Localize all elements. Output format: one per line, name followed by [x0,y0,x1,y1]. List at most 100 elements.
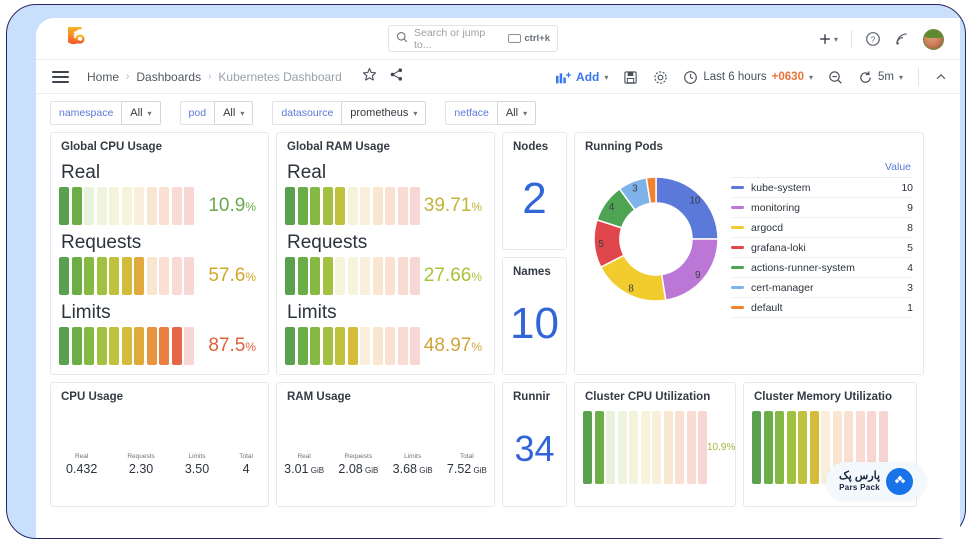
bar-segment [397,257,408,295]
star-outline-icon[interactable] [362,67,377,87]
cluster-cpu-value: 10.9% [707,442,736,453]
watermark-text: پارس پک Pars Pack [839,470,880,492]
search-placeholder: Search or jump to... [414,26,486,51]
panel-ram-usage[interactable]: RAM Usage Real 3.01 GiB Requests 2.08 Gi… [276,382,495,507]
bar-gauge-requests [59,257,194,295]
bar-segment [372,187,383,225]
variable-label-namespace: namespace [50,101,122,125]
clock-icon [684,70,698,84]
legend-row[interactable]: actions-runner-system 4 [731,258,913,278]
panel-global-ram-usage[interactable]: Global RAM Usage Real 39.71% Requests 27… [276,132,495,375]
bar-segment [297,257,308,295]
variable-select-namespace[interactable]: All ▾ [121,101,161,125]
stat-value-running-containers: 34 [514,428,555,469]
legend-row[interactable]: grafana-loki 5 [731,238,913,258]
bar-gauge-limits [59,327,194,365]
panel-cluster-cpu-utilization[interactable]: Cluster CPU Utilization 10.9% [574,382,736,507]
panel-global-cpu-usage[interactable]: Global CPU Usage Real 10.9% Requests 57.… [50,132,269,375]
bar-segment [184,187,194,225]
rss-news-icon[interactable] [894,31,910,47]
donut-slice[interactable] [655,175,719,240]
panel-title: Runnir [513,391,551,403]
legend-header-value[interactable]: Value [731,161,913,178]
zoom-out-time-button[interactable] [828,70,843,85]
stat-requests: Requests 2.30 [127,453,154,476]
keyboard-icon [508,34,522,43]
donut-chart[interactable]: 10 9 8 5 4 3 [581,159,731,318]
bar-segment [171,327,182,365]
gauge-value-requests: 57.6% [208,265,256,286]
bar-segment [775,411,784,484]
legend-series-value: 8 [907,221,913,234]
breadcrumb-item-kubernetes-dashboard[interactable]: Kubernetes Dashboard [218,70,341,84]
donut-slice-label: 5 [598,238,604,249]
share-nodes-icon[interactable] [389,67,404,87]
bar-segment [752,411,761,484]
bar-segment [322,187,333,225]
panel-running-containers[interactable]: Runnir 34 [502,382,567,507]
gauge-rows-cpu: Real 10.9% Requests 57.6% Limits 87.5% [51,162,268,365]
stat-requests: Requests 2.08 GiB [338,453,378,476]
legend-row[interactable]: monitoring 9 [731,198,913,218]
panel-nodes[interactable]: Nodes 2 [502,132,567,250]
legend-color-swatch [731,265,744,270]
variable-select-netface[interactable]: All ▾ [496,101,537,125]
panel-cluster-memory-utilization[interactable]: Cluster Memory Utilizatio پارس پک Pars P… [743,382,926,507]
stat-value: 3.68 GiB [392,462,433,476]
bar-segment [397,327,408,365]
refresh-button[interactable]: 5m ▾ [858,70,903,85]
help-circle-icon[interactable]: ? [865,31,881,47]
variable-select-pod[interactable]: All ▾ [214,101,254,125]
add-panel-button[interactable]: Add ▾ [556,70,608,84]
legend-row[interactable]: cert-manager 3 [731,278,913,298]
ram-usage-stats: Real 3.01 GiB Requests 2.08 GiB Limits 3… [277,405,494,476]
bar-segment [335,327,345,365]
add-label: Add [576,70,600,84]
panel-title: Global RAM Usage [287,141,390,153]
collapse-toolbar-button[interactable] [934,70,948,84]
legend-row[interactable]: argocd 8 [731,218,913,238]
bar-segment [71,257,82,295]
panel-namespaces[interactable]: Names 10 [502,257,567,375]
stat-value: 2.30 [128,462,154,476]
bar-segment [310,187,320,225]
stat-label: Total [239,453,253,460]
bar-segment [84,257,94,295]
pods-body: 10 9 8 5 4 3 Value kube-system 10 monitoring 9 ar… [575,155,923,318]
breadcrumb: Home › Dashboards › Kubernetes Dashboard [87,70,342,84]
breadcrumb-item-home[interactable]: Home [87,70,119,84]
variable-select-datasource[interactable]: prometheus ▾ [341,101,427,125]
avatar[interactable] [923,28,944,50]
bar-segment [310,257,320,295]
search-input[interactable]: Search or jump to... ctrl+k [388,25,558,52]
gauge-row-limits: Limits 87.5% [59,302,260,365]
bar-segment [606,411,615,484]
bar-segment [640,411,650,484]
bar-segment [652,411,661,484]
legend-row[interactable]: default 1 [731,298,913,318]
stat-real: Real 0.432 [66,453,97,476]
add-new-button[interactable]: ▾ [818,32,838,46]
save-dashboard-button[interactable] [623,70,638,85]
hamburger-menu-icon[interactable] [52,70,69,83]
donut-slice[interactable] [660,237,719,301]
bar-segment [59,257,69,295]
bar-segment [310,327,320,365]
panel-cpu-usage[interactable]: CPU Usage Real 0.432 Requests 2.30 Limit… [50,382,269,507]
grafana-logo-icon[interactable] [63,23,92,51]
panel-title: Nodes [513,141,549,153]
legend-color-swatch [731,225,744,230]
dashboard-settings-button[interactable] [653,70,668,85]
gauge-row-requests: Requests 57.6% [59,232,260,295]
panel-running-pods[interactable]: Running Pods 10 9 8 5 4 3 Value kube-system 10… [574,132,924,375]
bar-segment [617,411,627,484]
timezone-offset: +0630 [771,71,804,83]
time-range-picker[interactable]: Last 6 hours +0630 ▾ [683,70,813,85]
stat-label: Limits [188,453,206,460]
bar-segment [285,257,295,295]
breadcrumb-item-dashboards[interactable]: Dashboards [136,70,201,84]
template-variables-bar: namespace All ▾ pod All ▾ datasource pro… [36,94,960,132]
stat-value: 3.01 GiB [284,462,325,476]
bar-segment [109,187,119,225]
legend-row[interactable]: kube-system 10 [731,178,913,198]
